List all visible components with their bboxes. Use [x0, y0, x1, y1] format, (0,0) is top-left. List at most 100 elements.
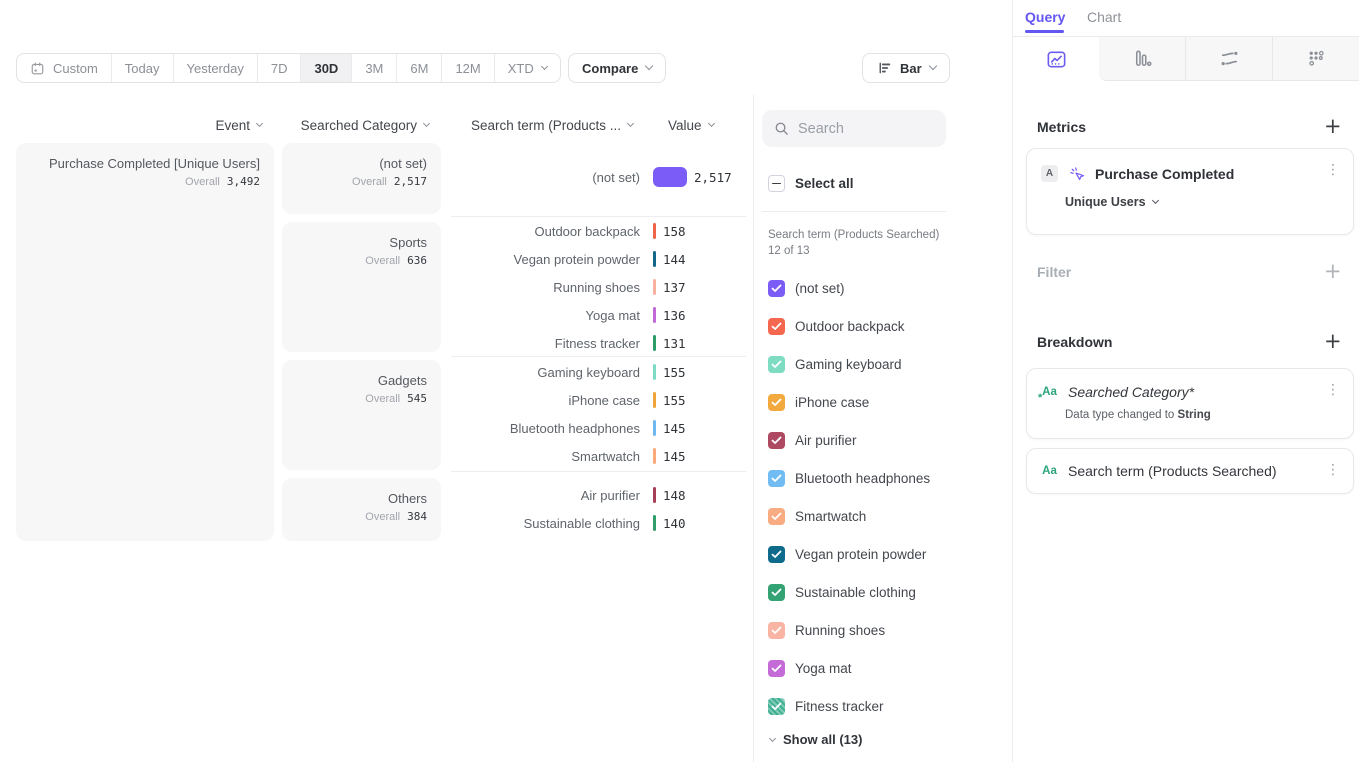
value-row[interactable]: Running shoes137	[451, 276, 751, 298]
legend-label: Running shoes	[795, 623, 885, 638]
check-icon	[771, 588, 782, 597]
category-card[interactable]: OthersOverall384	[282, 478, 441, 541]
value-row[interactable]: Vegan protein powder144	[451, 248, 751, 270]
date-range-12m[interactable]: 12M	[441, 54, 493, 82]
category-card[interactable]: (not set)Overall2,517	[282, 143, 441, 214]
value-row[interactable]: Sustainable clothing140	[451, 512, 751, 534]
legend-checkbox[interactable]	[768, 394, 785, 411]
kebab-menu-icon[interactable]: ⋮	[1326, 463, 1340, 477]
value-row[interactable]: Outdoor backpack158	[451, 220, 751, 242]
legend-item[interactable]: Outdoor backpack	[768, 316, 905, 336]
kebab-menu-icon[interactable]: ⋮	[1326, 163, 1340, 177]
legend-item[interactable]: (not set)	[768, 278, 845, 298]
legend-checkbox[interactable]	[768, 318, 785, 335]
date-range-yesterday[interactable]: Yesterday	[173, 54, 257, 82]
value-row[interactable]: Fitness tracker131	[451, 332, 751, 354]
date-range-30d[interactable]: 30D	[300, 54, 351, 82]
value-row[interactable]: Smartwatch145	[451, 445, 751, 467]
legend-item[interactable]: Fitness tracker	[768, 696, 884, 716]
legend-checkbox[interactable]	[768, 508, 785, 525]
tab-chart[interactable]: Chart	[1087, 9, 1121, 25]
legend-search[interactable]	[762, 110, 946, 147]
add-filter-button[interactable]: +	[1324, 262, 1342, 280]
event-card[interactable]: Purchase Completed [Unique Users] Overal…	[16, 143, 274, 541]
overall-value: 545	[407, 392, 427, 405]
select-all-row[interactable]: Select all	[768, 175, 854, 192]
kebab-menu-icon[interactable]: ⋮	[1326, 383, 1340, 397]
date-range-6m[interactable]: 6M	[396, 54, 441, 82]
value-row[interactable]: Air purifier148	[451, 484, 751, 506]
breakdown-card[interactable]: Aa* Searched Category* ⋮ Data type chang…	[1026, 368, 1354, 439]
value-row[interactable]: iPhone case155	[451, 389, 751, 411]
view-tab-insights[interactable]	[1013, 37, 1099, 81]
date-range-today[interactable]: Today	[111, 54, 173, 82]
column-header-searched-category[interactable]: Searched Category	[247, 117, 429, 133]
overall-label: Overall	[365, 393, 400, 405]
search-term-label: Outdoor backpack	[451, 224, 640, 239]
legend-checkbox[interactable]	[768, 698, 785, 715]
active-tab-underline	[1025, 30, 1064, 33]
column-header-search-term[interactable]: Search term (Products ...	[448, 117, 633, 133]
funnels-icon	[1131, 47, 1154, 70]
legend-checkbox[interactable]	[768, 622, 785, 639]
date-range-xtd[interactable]: XTD	[494, 54, 560, 82]
date-range-3m[interactable]: 3M	[351, 54, 396, 82]
value-number: 144	[663, 252, 686, 267]
legend-item[interactable]: Vegan protein powder	[768, 544, 926, 564]
view-tab-retention[interactable]	[1272, 37, 1359, 81]
breakdown-card[interactable]: Aa Search term (Products Searched) ⋮	[1026, 448, 1354, 494]
metric-card[interactable]: A Purchase Completed ⋮ Unique Users	[1026, 148, 1354, 235]
chart-type-button[interactable]: Bar	[862, 53, 950, 83]
legend-item[interactable]: Air purifier	[768, 430, 857, 450]
value-row[interactable]: Yoga mat136	[451, 304, 751, 326]
view-tab-flows[interactable]	[1185, 37, 1272, 81]
legend-item[interactable]: Yoga mat	[768, 658, 852, 678]
legend-label: Vegan protein powder	[795, 547, 926, 562]
date-range-7d[interactable]: 7D	[257, 54, 301, 82]
tab-query[interactable]: Query	[1025, 9, 1065, 25]
value-row[interactable]: (not set)2,517	[451, 166, 751, 188]
legend-item[interactable]: iPhone case	[768, 392, 869, 412]
column-header-value[interactable]: Value	[668, 117, 714, 133]
check-icon	[771, 702, 782, 711]
date-range-custom[interactable]: Custom	[17, 54, 111, 82]
legend-checkbox[interactable]	[768, 584, 785, 601]
chevron-down-icon	[541, 62, 548, 69]
search-input[interactable]	[798, 121, 928, 137]
value-bar	[653, 307, 656, 323]
show-all-button[interactable]: Show all (13)	[770, 732, 862, 747]
column-header-event[interactable]: Event	[80, 117, 262, 133]
select-all-checkbox[interactable]	[768, 175, 785, 192]
check-icon	[771, 322, 782, 331]
value-row[interactable]: Bluetooth headphones145	[451, 417, 751, 439]
add-metric-button[interactable]: +	[1324, 117, 1342, 135]
legend-item[interactable]: Running shoes	[768, 620, 885, 640]
legend-checkbox[interactable]	[768, 280, 785, 297]
metric-aggregation[interactable]: Unique Users	[1065, 195, 1353, 209]
view-tab-funnels[interactable]	[1099, 37, 1185, 81]
event-name: Purchase Completed [Unique Users]	[26, 156, 260, 171]
legend-checkbox[interactable]	[768, 546, 785, 563]
chevron-down-icon	[928, 62, 936, 70]
category-card[interactable]: SportsOverall636	[282, 222, 441, 352]
overall-label: Overall	[185, 176, 220, 188]
legend-checkbox[interactable]	[768, 470, 785, 487]
search-icon	[774, 121, 789, 136]
legend-item[interactable]: Smartwatch	[768, 506, 866, 526]
legend-checkbox[interactable]	[768, 660, 785, 677]
metric-series-badge: A	[1041, 165, 1058, 182]
value-row[interactable]: Gaming keyboard155	[451, 361, 751, 383]
legend-item[interactable]: Bluetooth headphones	[768, 468, 930, 488]
category-card[interactable]: GadgetsOverall545	[282, 360, 441, 470]
legend-checkbox[interactable]	[768, 356, 785, 373]
check-icon	[771, 398, 782, 407]
overall-value: 3,492	[227, 175, 260, 188]
group-separator	[451, 356, 746, 357]
legend-item[interactable]: Gaming keyboard	[768, 354, 902, 374]
legend-checkbox[interactable]	[768, 432, 785, 449]
compare-button[interactable]: Compare	[568, 53, 666, 83]
calendar-icon	[30, 61, 45, 76]
add-breakdown-button[interactable]: +	[1324, 332, 1342, 350]
legend-item[interactable]: Sustainable clothing	[768, 582, 916, 602]
check-icon	[771, 664, 782, 673]
